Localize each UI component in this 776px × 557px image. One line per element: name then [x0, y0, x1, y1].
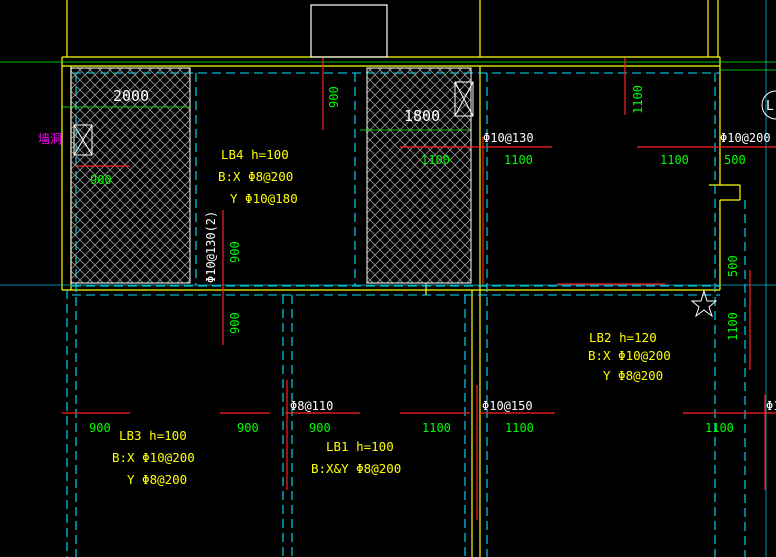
rebar-spec-vertical: Φ10@130(2): [204, 211, 218, 283]
dim-1100: 1100: [505, 421, 534, 435]
dim-1100: 1100: [504, 153, 533, 167]
rebar-spec: Φ10: [766, 399, 776, 413]
dim-1100-vertical: 1100: [631, 85, 645, 114]
slab-lb4-bottom: B:X Φ8@200: [218, 169, 293, 184]
dim-1100: 1100: [660, 153, 689, 167]
slab-lb3-title: LB3 h=100: [119, 428, 187, 443]
slab-lb4-title: LB4 h=100: [221, 147, 289, 162]
opening-right-size: 1800: [404, 107, 440, 125]
rebar-spec: Φ10@200: [720, 131, 771, 145]
markers: L: [690, 90, 776, 318]
slab-lb2-title: LB2 h=120: [589, 330, 657, 345]
slab-lb4-top: Y Φ10@180: [230, 191, 298, 206]
dim-900-vertical: 900: [327, 86, 341, 108]
dim-900-vertical: 900: [228, 312, 242, 334]
dim-500: 500: [724, 153, 746, 167]
slab-lb1-bottom: B:X&Y Φ8@200: [311, 461, 401, 476]
dim-500-vertical: 500: [726, 255, 740, 277]
slab-lb2-top: Y Φ8@200: [603, 368, 663, 383]
slab-lb1-title: LB1 h=100: [326, 439, 394, 454]
slab-lb3-top: Y Φ8@200: [127, 472, 187, 487]
dim-1100-vertical: 1100: [726, 312, 740, 341]
dim-900: 900: [237, 421, 259, 435]
hole-label: 墙洞: [38, 132, 62, 146]
axis-bubble-letter: L: [766, 99, 774, 114]
rebar-spec: Φ8@110: [290, 399, 333, 413]
rebar-spec: Φ10@150: [482, 399, 533, 413]
dim-1100: 1100: [422, 421, 451, 435]
slab-lb3-bottom: B:X Φ10@200: [112, 450, 195, 465]
dim-1100: 1100: [421, 153, 450, 167]
dim-1100: 1100: [705, 421, 734, 435]
dim-900-vertical: 900: [228, 241, 242, 263]
dim-900: 900: [89, 421, 111, 435]
dim-900: 900: [309, 421, 331, 435]
slab-lb2-bottom: B:X Φ10@200: [588, 348, 671, 363]
rebar-spec: Φ10@130: [483, 131, 534, 145]
opening-left-size: 2000: [113, 87, 149, 105]
cad-drawing-canvas: 2000 1800 墙洞 900 900 900 900 900 900 900…: [0, 0, 776, 557]
dim-900: 900: [90, 173, 112, 187]
